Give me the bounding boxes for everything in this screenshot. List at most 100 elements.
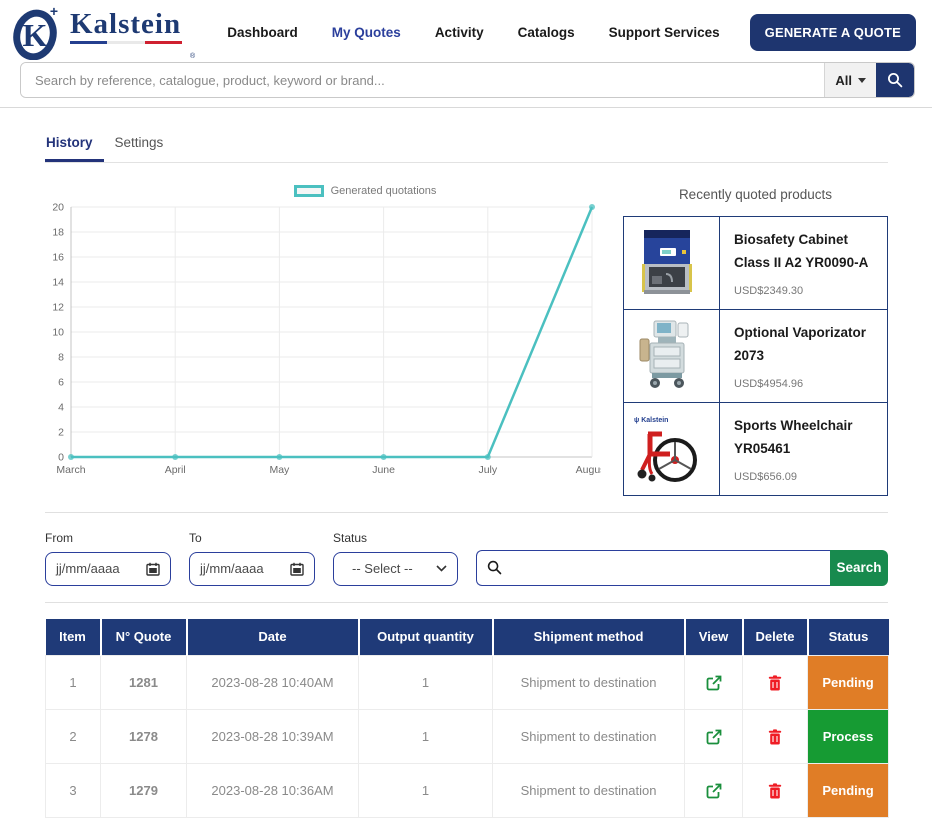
global-search-row: All [0, 58, 932, 98]
nav-item-catalogs[interactable]: Catalogs [518, 25, 575, 40]
svg-text:10: 10 [52, 327, 64, 339]
product-info-cell[interactable]: Optional Vaporizator 2073 USD$4954.96 [720, 309, 888, 402]
product-name: Optional Vaporizator 2073 [734, 322, 873, 368]
external-link-icon [706, 729, 722, 745]
status-select[interactable]: -- Select -- [333, 552, 458, 586]
dashboard-row: Generated quotations 02468101214161820Ma… [45, 181, 888, 496]
delete-quote-button[interactable] [764, 779, 786, 803]
view-quote-button[interactable] [702, 725, 726, 749]
cell-item: 1 [46, 656, 101, 710]
column-header-date: Date [187, 619, 359, 656]
quotations-chart-panel: Generated quotations 02468101214161820Ma… [45, 181, 601, 496]
cell-shipment: Shipment to destination [493, 656, 685, 710]
search-scope-dropdown[interactable]: All [824, 63, 876, 97]
svg-text:12: 12 [52, 302, 64, 314]
quotes-search-button[interactable]: Search [830, 550, 888, 586]
svg-text:ψ Kalstein: ψ Kalstein [634, 417, 668, 424]
cell-shipment: Shipment to destination [493, 710, 685, 764]
global-search-button[interactable] [876, 63, 914, 97]
registered-trademark: ® [190, 53, 195, 60]
svg-text:August: August [576, 464, 601, 476]
nav-item-my-quotes[interactable]: My Quotes [332, 25, 401, 40]
legend-label: Generated quotations [331, 185, 437, 197]
tab-history[interactable]: History [45, 135, 104, 162]
brand-flag-underline [70, 41, 182, 44]
chart-legend[interactable]: Generated quotations [155, 185, 575, 197]
product-name: Biosafety Cabinet Class II A2 YR0090-A [734, 229, 873, 275]
cell-date: 2023-08-28 10:40AM [187, 656, 359, 710]
product-price: USD$656.09 [734, 471, 873, 483]
column-header-status: Status [808, 619, 889, 656]
cell-item: 2 [46, 710, 101, 764]
to-date-input[interactable]: jj/mm/aaaa [189, 552, 315, 586]
status-badge: Pending [808, 656, 888, 709]
nav-item-dashboard[interactable]: Dashboard [227, 25, 298, 40]
view-quote-button[interactable] [702, 779, 726, 803]
svg-text:June: June [372, 464, 395, 476]
product-name: Sports Wheelchair YR05461 [734, 415, 873, 461]
product-price: USD$4954.96 [734, 378, 873, 390]
cell-quote-number: 1279 [101, 764, 187, 818]
status-select-value: -- Select -- [344, 561, 413, 576]
product-row[interactable]: ψ Kalstein [624, 402, 888, 495]
caret-down-icon [858, 78, 866, 83]
product-image-cell[interactable]: ψ Kalstein [624, 402, 720, 495]
svg-text:July: July [478, 464, 497, 476]
product-image-cell[interactable] [624, 309, 720, 402]
search-icon [487, 560, 502, 575]
svg-text:K: K [23, 17, 48, 53]
cell-quantity: 1 [359, 764, 493, 818]
tabs: History Settings [45, 135, 888, 162]
recent-products-title: Recently quoted products [623, 187, 888, 202]
calendar-icon [146, 562, 160, 576]
from-date-placeholder: jj/mm/aaaa [56, 561, 120, 576]
view-quote-button[interactable] [702, 671, 726, 695]
search-scope-label: All [835, 73, 852, 88]
column-header-quantity: Output quantity [359, 619, 493, 656]
nav-item-support-services[interactable]: Support Services [609, 25, 720, 40]
product-row[interactable]: Optional Vaporizator 2073 USD$4954.96 [624, 309, 888, 402]
generate-quote-button[interactable]: GENERATE A QUOTE [750, 14, 916, 51]
svg-text:8: 8 [58, 352, 64, 364]
generated-quotations-line-chart: 02468101214161820MarchAprilMayJuneJulyAu… [45, 199, 601, 481]
svg-text:March: March [56, 464, 85, 476]
quotes-search-input[interactable] [510, 560, 820, 575]
global-search-group: All [20, 62, 915, 98]
svg-text:14: 14 [52, 277, 64, 289]
cell-shipment: Shipment to destination [493, 764, 685, 818]
svg-text:April: April [165, 464, 186, 476]
svg-text:6: 6 [58, 377, 64, 389]
table-row: 3 1279 2023-08-28 10:36AM 1 Shipment to … [46, 764, 889, 818]
svg-text:4: 4 [58, 402, 64, 414]
quotes-search-group: Search [476, 550, 888, 586]
table-row: 2 1278 2023-08-28 10:39AM 1 Shipment to … [46, 710, 889, 764]
global-search-input[interactable] [21, 63, 824, 97]
trash-icon [768, 783, 782, 799]
svg-text:18: 18 [52, 227, 64, 239]
filter-from: From jj/mm/aaaa [45, 531, 171, 586]
delete-quote-button[interactable] [764, 671, 786, 695]
from-date-input[interactable]: jj/mm/aaaa [45, 552, 171, 586]
filter-status: Status -- Select -- [333, 531, 458, 586]
svg-text:20: 20 [52, 202, 64, 214]
chevron-down-icon [436, 565, 447, 572]
product-row[interactable]: Biosafety Cabinet Class II A2 YR0090-A U… [624, 217, 888, 310]
tab-settings[interactable]: Settings [114, 135, 175, 162]
nav-item-activity[interactable]: Activity [435, 25, 484, 40]
trash-icon [768, 675, 782, 691]
svg-text:0: 0 [58, 452, 64, 464]
filters-bar: From jj/mm/aaaa To jj/mm/aaaa [45, 531, 888, 586]
table-row: 1 1281 2023-08-28 10:40AM 1 Shipment to … [46, 656, 889, 710]
search-icon [887, 72, 903, 88]
quotes-table: Item N° Quote Date Output quantity Shipm… [45, 619, 889, 818]
svg-text:16: 16 [52, 252, 64, 264]
product-info-cell[interactable]: Biosafety Cabinet Class II A2 YR0090-A U… [720, 217, 888, 310]
brand-logo[interactable]: K + Kalstein ® [10, 4, 195, 60]
delete-quote-button[interactable] [764, 725, 786, 749]
product-image-cell[interactable] [624, 217, 720, 310]
quotes-search-field [476, 550, 830, 586]
cell-date: 2023-08-28 10:39AM [187, 710, 359, 764]
product-info-cell[interactable]: Sports Wheelchair YR05461 USD$656.09 [720, 402, 888, 495]
calendar-icon [290, 562, 304, 576]
filters-table-divider [45, 602, 888, 603]
